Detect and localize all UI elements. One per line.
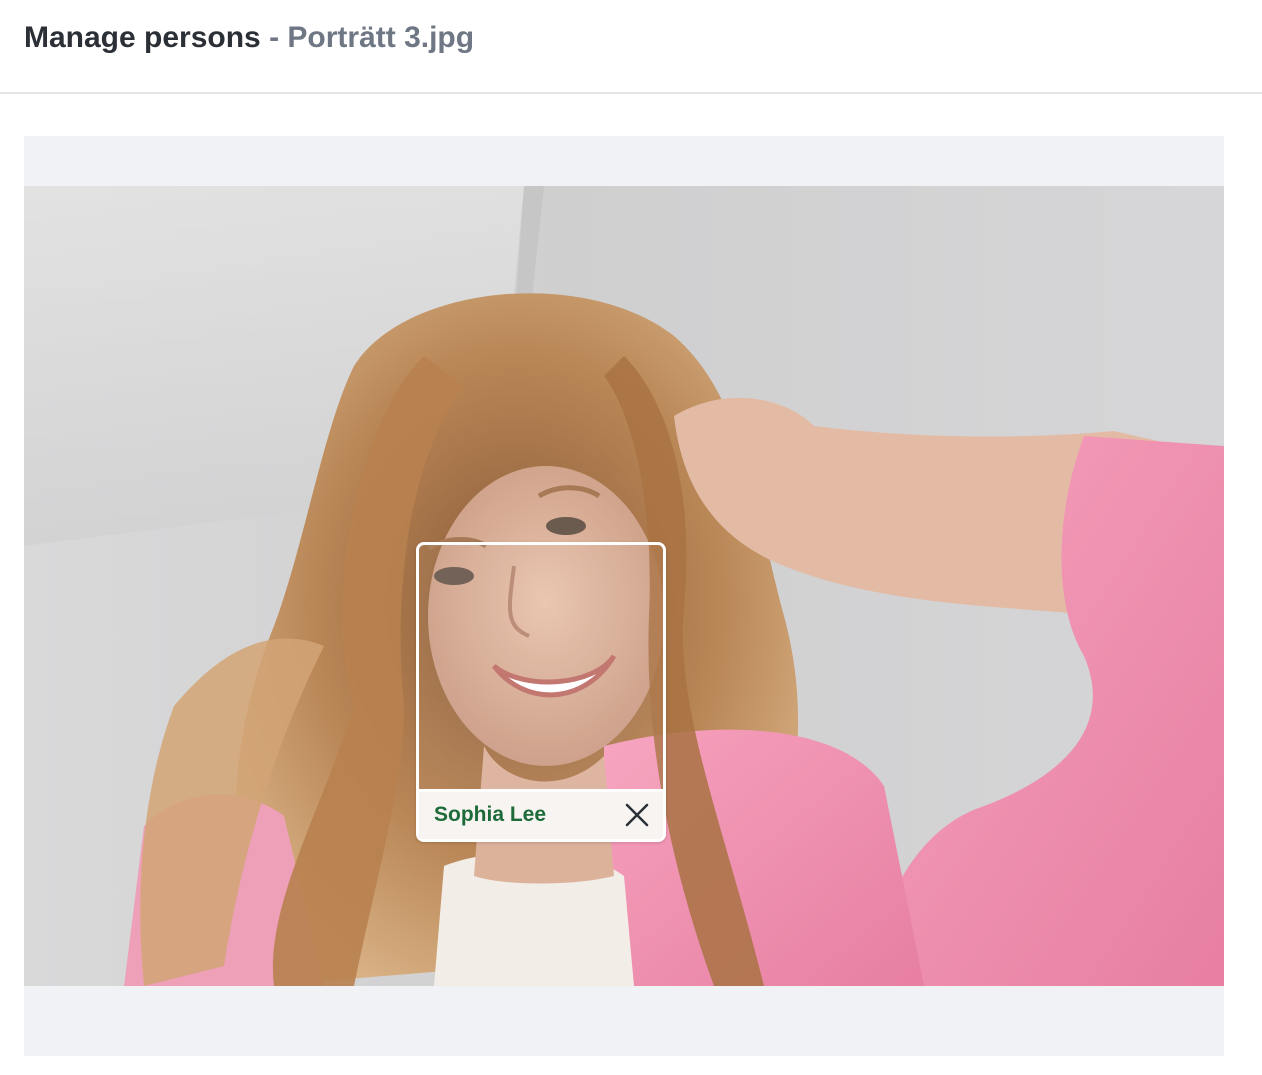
title-main: Manage persons [24, 21, 261, 54]
page-header: Manage persons - Porträtt 3.jpg [0, 0, 1262, 94]
portrait-photo[interactable]: Sophia Lee [24, 186, 1224, 986]
image-stage: Sophia Lee [24, 136, 1224, 1056]
face-tag[interactable]: Sophia Lee [416, 542, 666, 842]
face-label: Sophia Lee [419, 789, 663, 839]
face-region [419, 545, 663, 793]
title-filename: Porträtt 3.jpg [287, 21, 475, 54]
close-icon[interactable] [623, 801, 651, 829]
title-separator: - [260, 21, 288, 54]
person-name[interactable]: Sophia Lee [434, 802, 546, 828]
page-title: Manage persons - Porträtt 3.jpg [24, 20, 474, 56]
